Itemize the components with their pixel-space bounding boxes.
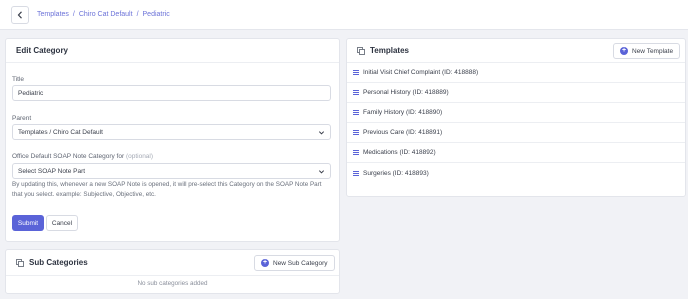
template-item[interactable]: Previous Care (ID: 418891) — [347, 123, 685, 143]
chevron-left-icon — [17, 11, 22, 19]
template-item[interactable]: Surgeries (ID: 418893) — [347, 163, 685, 183]
template-item-label: Initial Visit Chief Complaint (ID: 41888… — [363, 69, 479, 76]
title-input[interactable]: Pediatric — [12, 85, 331, 101]
optional-label: (optional) — [125, 153, 154, 160]
soap-note-part-select[interactable]: Select SOAP Note Part — [12, 163, 331, 179]
new-template-button[interactable]: + New Template — [613, 43, 681, 59]
templates-card: Templates + New Template Initial Visit C… — [346, 38, 686, 197]
breadcrumb-chiro-cat-default[interactable]: Chiro Cat Default — [79, 11, 133, 18]
breadcrumb-separator: / — [136, 11, 139, 18]
parent-select-value: Templates / Chiro Cat Default — [18, 128, 103, 136]
edit-category-card: Edit Category Title Pediatric Parent Tem… — [5, 38, 340, 242]
drag-handle-icon[interactable] — [353, 70, 359, 75]
plus-icon: + — [620, 47, 628, 55]
new-sub-category-label: New Sub Category — [273, 259, 328, 267]
drag-handle-icon[interactable] — [353, 90, 359, 95]
breadcrumb: Templates / Chiro Cat Default / Pediatri… — [37, 11, 170, 18]
sub-categories-title: Sub Categories — [29, 258, 88, 267]
title-label: Title — [12, 76, 25, 83]
template-item[interactable]: Family History (ID: 418890) — [347, 103, 685, 123]
cancel-button[interactable]: Cancel — [46, 215, 78, 231]
parent-select[interactable]: Templates / Chiro Cat Default — [12, 124, 331, 140]
plus-icon: + — [261, 259, 269, 267]
template-item[interactable]: Medications (ID: 418892) — [347, 143, 685, 163]
breadcrumb-pediatric[interactable]: Pediatric — [143, 11, 170, 18]
new-sub-category-button[interactable]: + New Sub Category — [254, 255, 335, 271]
back-button[interactable] — [11, 6, 29, 24]
template-item-label: Previous Care (ID: 418891) — [363, 129, 443, 136]
edit-category-title: Edit Category — [6, 39, 339, 63]
sub-categories-card: Sub Categories + New Sub Category No sub… — [5, 249, 340, 294]
soap-category-label-text: Office Default SOAP Note Category for — [12, 153, 125, 160]
chevron-down-icon — [318, 170, 325, 174]
folder-stack-icon — [357, 46, 365, 55]
templates-list: Initial Visit Chief Complaint (ID: 41888… — [347, 63, 685, 183]
title-input-value: Pediatric — [18, 89, 44, 97]
chevron-down-icon — [318, 131, 325, 135]
drag-handle-icon[interactable] — [353, 170, 359, 176]
empty-state-text: No sub categories added — [137, 280, 208, 287]
help-text: By updating this, whenever a new SOAP No… — [12, 181, 322, 198]
template-item[interactable]: Personal History (ID: 418889) — [347, 83, 685, 103]
parent-label: Parent — [12, 115, 32, 122]
templates-title: Templates — [370, 46, 409, 55]
template-item-label: Personal History (ID: 418889) — [363, 89, 449, 96]
drag-handle-icon[interactable] — [353, 130, 359, 135]
soap-category-label: Office Default SOAP Note Category for (o… — [12, 153, 153, 160]
template-item-label: Surgeries (ID: 418893) — [363, 169, 429, 177]
top-bar: Templates / Chiro Cat Default / Pediatri… — [0, 0, 688, 30]
submit-button[interactable]: Submit — [12, 215, 44, 231]
soap-note-part-value: Select SOAP Note Part — [18, 167, 86, 175]
drag-handle-icon[interactable] — [353, 150, 359, 155]
breadcrumb-separator: / — [72, 11, 75, 18]
drag-handle-icon[interactable] — [353, 110, 359, 115]
template-item-label: Family History (ID: 418890) — [363, 109, 443, 116]
breadcrumb-templates[interactable]: Templates — [37, 11, 69, 18]
new-template-label: New Template — [632, 47, 674, 55]
template-item[interactable]: Initial Visit Chief Complaint (ID: 41888… — [347, 63, 685, 83]
template-item-label: Medications (ID: 418892) — [363, 149, 436, 156]
folder-stack-icon — [16, 258, 24, 267]
